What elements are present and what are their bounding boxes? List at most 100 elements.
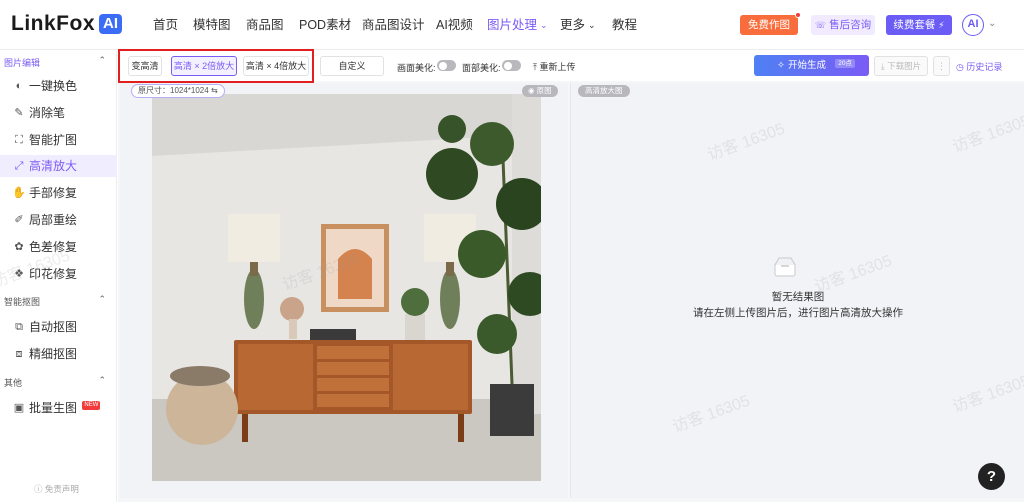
chevron-down-icon[interactable]: ⌄	[988, 18, 996, 29]
info-icon: ⓘ	[34, 484, 43, 494]
nav-item-more[interactable]: 更多 ⌄	[560, 17, 596, 34]
room-photo-illustration	[152, 94, 541, 481]
sidebar-item-upscale[interactable]: ⤢ 高清放大	[0, 155, 117, 177]
sidebar-item-print-fix[interactable]: ❖ 印花修复	[0, 263, 117, 285]
sidebar-item-eraser[interactable]: ✎ 消除笔	[0, 102, 117, 124]
sidebar-item-label: 一键换色	[29, 79, 78, 93]
user-avatar[interactable]: AI	[962, 14, 984, 36]
sidebar-item-label: 色差修复	[29, 240, 78, 254]
eye-icon: ◉	[528, 86, 535, 95]
sidebar-item-label: 高清放大	[29, 159, 78, 173]
magic-wand-icon: ✧	[777, 60, 785, 71]
nav-item-home[interactable]: 首页	[153, 17, 178, 33]
help-button[interactable]: ?	[978, 463, 1005, 490]
original-tag-label: 原图	[536, 86, 552, 95]
sidebar-item-label: 精细抠图	[29, 347, 78, 361]
chevron-down-icon: ⌄	[588, 20, 596, 30]
palette-icon: ✿	[14, 241, 24, 253]
sidebar-item-label: 印花修复	[29, 267, 78, 281]
top-navigation: LinkFox AI 首页 模特图 商品图 POD素材 商品图设计 AI视频 图…	[0, 0, 1024, 50]
cutout-icon: ⧉	[15, 321, 23, 333]
sidebar-item-label: 自动抠图	[29, 320, 78, 334]
renew-plan-button[interactable]: 续费套餐 ⚡	[886, 15, 952, 35]
brand-ai-badge: AI	[99, 14, 123, 34]
nav-item-image-processing-label: 图片处理	[487, 18, 538, 32]
result-tag: 高清放大图	[578, 85, 630, 97]
disclaimer-link[interactable]: ⓘ 免责声明	[34, 483, 79, 495]
nav-item-pod[interactable]: POD素材	[299, 17, 351, 33]
free-create-label: 免费作图	[748, 19, 790, 31]
original-image-panel: 原尺寸：1024*1024 ⇆ ◉ 原图	[120, 83, 568, 498]
original-photo[interactable]	[152, 94, 541, 481]
history-icon: ◷	[956, 62, 964, 72]
original-size-tag: 原尺寸：1024*1024 ⇆	[131, 84, 225, 98]
face-beautify-label: 面部美化:	[462, 63, 501, 73]
upscale-icon: ⤢	[14, 160, 24, 172]
sidebar-item-label: 智能扩图	[29, 133, 78, 147]
empty-box-icon	[774, 257, 796, 277]
sidebar-item-fine-matting[interactable]: ⧈ 精细抠图	[0, 343, 117, 365]
mode-2x-button[interactable]: 高清 × 2倍放大	[171, 56, 237, 76]
sidebar-group-other[interactable]: 其他 ⌃	[4, 375, 108, 389]
mode-custom-button[interactable]: 自定义	[320, 56, 384, 76]
nav-item-image-processing[interactable]: 图片处理 ⌄	[487, 17, 548, 34]
main-content: 变高清 高清 × 2倍放大 高清 × 4倍放大 自定义 画面美化: 面部美化: …	[118, 49, 1024, 502]
sidebar-item-recolor[interactable]: ◐ 一键换色	[0, 75, 117, 97]
edit-icon: ✐	[14, 214, 24, 226]
chevron-up-icon: ⌃	[98, 55, 106, 65]
renew-plan-label: 续费套餐	[893, 19, 936, 31]
sidebar-group-label: 图片编辑	[4, 58, 41, 68]
brand-logo[interactable]: LinkFox AI	[11, 12, 123, 36]
sidebar-item-inpaint[interactable]: ✐ 局部重绘	[0, 209, 117, 231]
picture-beautify-label: 画面美化:	[397, 63, 436, 73]
mode-hd-button[interactable]: 变高清	[128, 56, 162, 76]
sidebar-group-matting[interactable]: 智能抠图 ⌃	[4, 294, 108, 308]
reupload-button[interactable]: ⤒ 重新上传	[533, 60, 576, 73]
original-tag: ◉ 原图	[522, 85, 558, 97]
nav-item-product-design[interactable]: 商品图设计	[362, 17, 425, 33]
sidebar-item-hand-fix[interactable]: ✋ 手部修复	[0, 182, 117, 204]
download-label: 下载图片	[887, 61, 922, 71]
mode-4x-button[interactable]: 高清 × 4倍放大	[243, 56, 309, 76]
sidebar-item-batch[interactable]: ▣ 批量生图 NEW	[0, 397, 117, 419]
print-icon: ❖	[14, 268, 24, 280]
nav-item-product[interactable]: 商品图	[246, 17, 284, 33]
sidebar-item-expand[interactable]: ⛶ 智能扩图	[0, 129, 117, 151]
original-size-label: 原尺寸：1024*1024	[138, 86, 209, 95]
sidebar-item-auto-matting[interactable]: ⧉ 自动抠图	[0, 316, 117, 338]
picture-beautify-toggle[interactable]	[437, 60, 456, 71]
sidebar-group-label: 其他	[4, 378, 23, 388]
after-sales-button[interactable]: ☏ 售后咨询	[811, 15, 875, 35]
chevron-down-icon: ⌄	[540, 20, 548, 30]
download-button[interactable]: ⤓ 下载图片	[874, 56, 928, 76]
nav-item-tutorial[interactable]: 教程	[612, 17, 637, 33]
empty-description: 请在左侧上传图片后，进行图片高清放大操作	[693, 307, 903, 319]
sidebar-item-color-fix[interactable]: ✿ 色差修复	[0, 236, 117, 258]
chevron-up-icon: ⌃	[98, 294, 106, 304]
headset-icon: ☏	[814, 20, 827, 30]
eraser-icon: ✎	[14, 107, 24, 119]
cutout-fine-icon: ⧈	[15, 348, 23, 360]
chevron-up-icon: ⌃	[98, 375, 106, 385]
sidebar-group-image-edit[interactable]: 图片编辑 ⌃	[4, 55, 108, 69]
generate-button[interactable]: ✧ 开始生成 20点	[754, 55, 869, 76]
sidebar-item-label: 局部重绘	[29, 213, 78, 227]
brand-name: LinkFox	[11, 12, 96, 35]
image-icon: ▣	[13, 402, 25, 414]
generate-label: 开始生成	[788, 60, 827, 71]
toolbar: 变高清 高清 × 2倍放大 高清 × 4倍放大 自定义 画面美化: 面部美化: …	[118, 49, 1024, 83]
hand-icon: ✋	[12, 187, 26, 199]
recolor-icon: ◐	[15, 80, 23, 92]
reupload-label: 重新上传	[539, 62, 576, 72]
download-icon: ⤓	[880, 61, 885, 71]
nav-item-ai-video[interactable]: AI视频	[436, 17, 473, 33]
history-button[interactable]: ◷ 历史记录	[956, 60, 1002, 73]
free-create-button[interactable]: 免费作图	[740, 12, 801, 35]
more-options-button[interactable]: ⋮	[933, 56, 950, 76]
sidebar-group-label: 智能抠图	[4, 297, 41, 307]
sidebar: 图片编辑 ⌃ ◐ 一键换色 ✎ 消除笔 ⛶ 智能扩图 ⤢ 高清放大 ✋ 手部修复…	[0, 51, 117, 502]
nav-item-more-label: 更多	[560, 18, 586, 32]
sidebar-item-label: 批量生图	[29, 401, 78, 415]
nav-item-model[interactable]: 模特图	[193, 17, 231, 33]
face-beautify-toggle[interactable]	[502, 60, 521, 71]
